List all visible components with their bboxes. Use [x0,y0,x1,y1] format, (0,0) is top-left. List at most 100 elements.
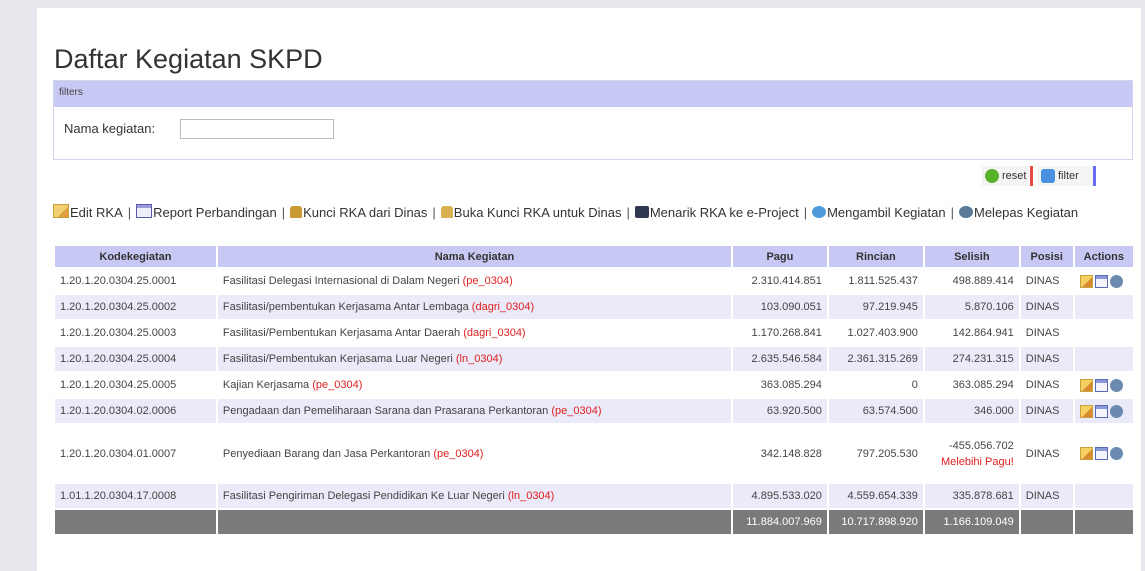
table-row: 1.20.1.20.0304.25.0005 Kajian Kerjasama (… [55,373,1133,397]
col-header-code[interactable]: Kodekegiatan [55,246,216,267]
activity-tag: (pe_0304) [433,447,484,460]
name-filter-input[interactable] [180,119,334,139]
selisih-value: 274.231.315 [952,353,1014,365]
reset-button[interactable]: reset [982,166,1033,186]
col-header-actions: Actions [1074,246,1133,267]
activity-name: Kajian Kerjasama [222,379,310,391]
col-header-posisi[interactable]: Posisi [1020,246,1073,267]
cell-rincian: 797.205.530 [828,425,923,482]
action-bar: Edit RKA | Report Perbandingan | Kunci RKA d… [53,202,1133,224]
release-icon[interactable] [1109,378,1123,392]
lock-link[interactable]: Kunci RKA dari Dinas [290,205,427,220]
filter-button[interactable]: filter [1038,166,1096,186]
edit-rka-link[interactable]: Edit RKA [53,204,123,220]
unlock-link[interactable]: Buka Kunci RKA untuk Dinas [440,205,621,220]
activities-table: Kodekegiatan Nama Kegiatan Pagu Rincian … [53,244,1135,536]
cell-name: Pengadaan dan Pemeliharaan Sarana dan Pr… [217,399,731,423]
cell-actions [1074,373,1133,397]
cell-posisi: DINAS [1020,425,1073,482]
table-row: 1.20.1.20.0304.25.0004 Fasilitasi/Pembent… [55,347,1133,371]
separator: | [127,205,132,220]
separator: | [950,205,954,220]
release-link[interactable]: Melepas Kegiatan [959,205,1078,220]
col-header-selisih[interactable]: Selisih [924,246,1019,267]
lock-icon [290,206,303,218]
table-row: 1.20.1.20.0304.02.0006 Pengadaan dan Peme… [55,399,1133,423]
cell-selisih: 498.889.414 [924,269,1019,293]
edit-rka-label: Edit RKA [70,205,123,220]
release-label: Melepas Kegiatan [974,205,1079,220]
cell-posisi: DINAS [1020,321,1073,345]
edit-icon[interactable] [1079,447,1093,460]
filters-row: Nama kegiatan: [54,107,1132,159]
totals-row: 11.884.007.969 10.717.898.920 1.166.109.04… [55,510,1133,534]
cell-pagu: 4.895.533.020 [732,484,827,508]
view-list-icon[interactable] [1094,274,1108,288]
cell-actions [1074,269,1133,293]
cell-rincian: 97.219.945 [828,295,923,319]
release-icon[interactable] [1109,404,1123,418]
view-list-icon[interactable] [1094,378,1108,392]
view-list-icon[interactable] [1094,404,1108,418]
cell-name: Fasilitasi/Pembentukan Kerjasama Luar Ne… [217,347,731,371]
table-header-row: Kodekegiatan Nama Kegiatan Pagu Rincian … [55,246,1133,267]
col-header-pagu[interactable]: Pagu [732,246,827,267]
lock-label: Kunci RKA dari Dinas [303,205,428,220]
cell-name: Fasilitasi/pembentukan Kerjasama Antar L… [217,295,731,319]
cell-name: Fasilitasi Delegasi Internasional di Dal… [217,269,731,293]
table-row: 1.20.1.20.0304.25.0002 Fasilitasi/pembent… [55,295,1133,319]
cell-selisih: 274.231.315 [924,347,1019,371]
edit-icon[interactable] [1079,378,1093,392]
view-list-icon[interactable] [1094,447,1108,460]
col-header-name[interactable]: Nama Kegiatan [217,246,731,267]
pull-link[interactable]: Menarik RKA ke e-Project [634,205,799,220]
col-header-rincian[interactable]: Rincian [828,246,923,267]
cell-posisi: DINAS [1020,373,1073,397]
cell-rincian: 63.574.500 [828,399,923,423]
table-row: 1.20.1.20.0304.01.0007 Penyediaan Barang … [55,425,1133,482]
total-selisih: 1.166.109.049 [924,510,1019,534]
activity-name: Penyediaan Barang dan Jasa Perkantoran [222,447,431,460]
selisih-value: 498.889.414 [952,275,1014,287]
pull-label: Menarik RKA ke e-Project [649,205,799,220]
activity-tag: (ln_0304) [507,490,555,502]
edit-icon[interactable] [1079,274,1093,288]
selisih-value: 346.000 [974,405,1014,417]
filter-label: filter [1058,170,1079,182]
cell-actions [1074,484,1133,508]
report-link[interactable]: Report Perbandingan [136,204,277,220]
activity-name: Fasilitasi Delegasi Internasional di Dal… [222,275,460,287]
name-filter-label: Nama kegiatan: [64,121,156,136]
selisih-value: 363.085.294 [952,379,1014,391]
cell-pagu: 1.170.268.841 [732,321,827,345]
selisih-value: 5.870.106 [964,301,1014,313]
report-icon [136,204,153,218]
edit-icon[interactable] [1079,404,1093,418]
cell-code: 1.01.1.20.0304.17.0008 [55,484,216,508]
cell-pagu: 2.310.414.851 [732,269,827,293]
take-link[interactable]: Mengambil Kegiatan [812,205,946,220]
separator: | [281,205,286,220]
reset-label: reset [1002,170,1027,182]
cell-selisih: 142.864.941 [924,321,1019,345]
activity-tag: (pe_0304) [312,379,363,391]
activity-tag: (dagri_0304) [471,301,535,313]
cell-actions [1074,347,1133,371]
cell-selisih: 335.878.681 [924,484,1019,508]
unlock-icon [440,206,453,218]
activity-name: Pengadaan dan Pemeliharaan Sarana dan Pr… [222,405,549,417]
release-icon [959,206,973,218]
page-title: Daftar Kegiatan SKPD [54,44,323,74]
selisih-value: -455.056.702 [948,439,1014,452]
release-icon[interactable] [1109,447,1123,460]
cell-code: 1.20.1.20.0304.01.0007 [55,425,216,482]
reset-icon [985,169,999,183]
table-row: 1.20.1.20.0304.25.0001 Fasilitasi Delegas… [55,269,1133,293]
cell-name: Fasilitasi/Pembentukan Kerjasama Antar D… [217,321,731,345]
take-label: Mengambil Kegiatan [827,205,946,220]
total-pagu: 11.884.007.969 [732,510,827,534]
pencil-icon [53,204,69,218]
cell-code: 1.20.1.20.0304.25.0005 [55,373,216,397]
release-icon[interactable] [1109,274,1123,288]
activity-name: Fasilitasi/pembentukan Kerjasama Antar L… [222,301,469,313]
